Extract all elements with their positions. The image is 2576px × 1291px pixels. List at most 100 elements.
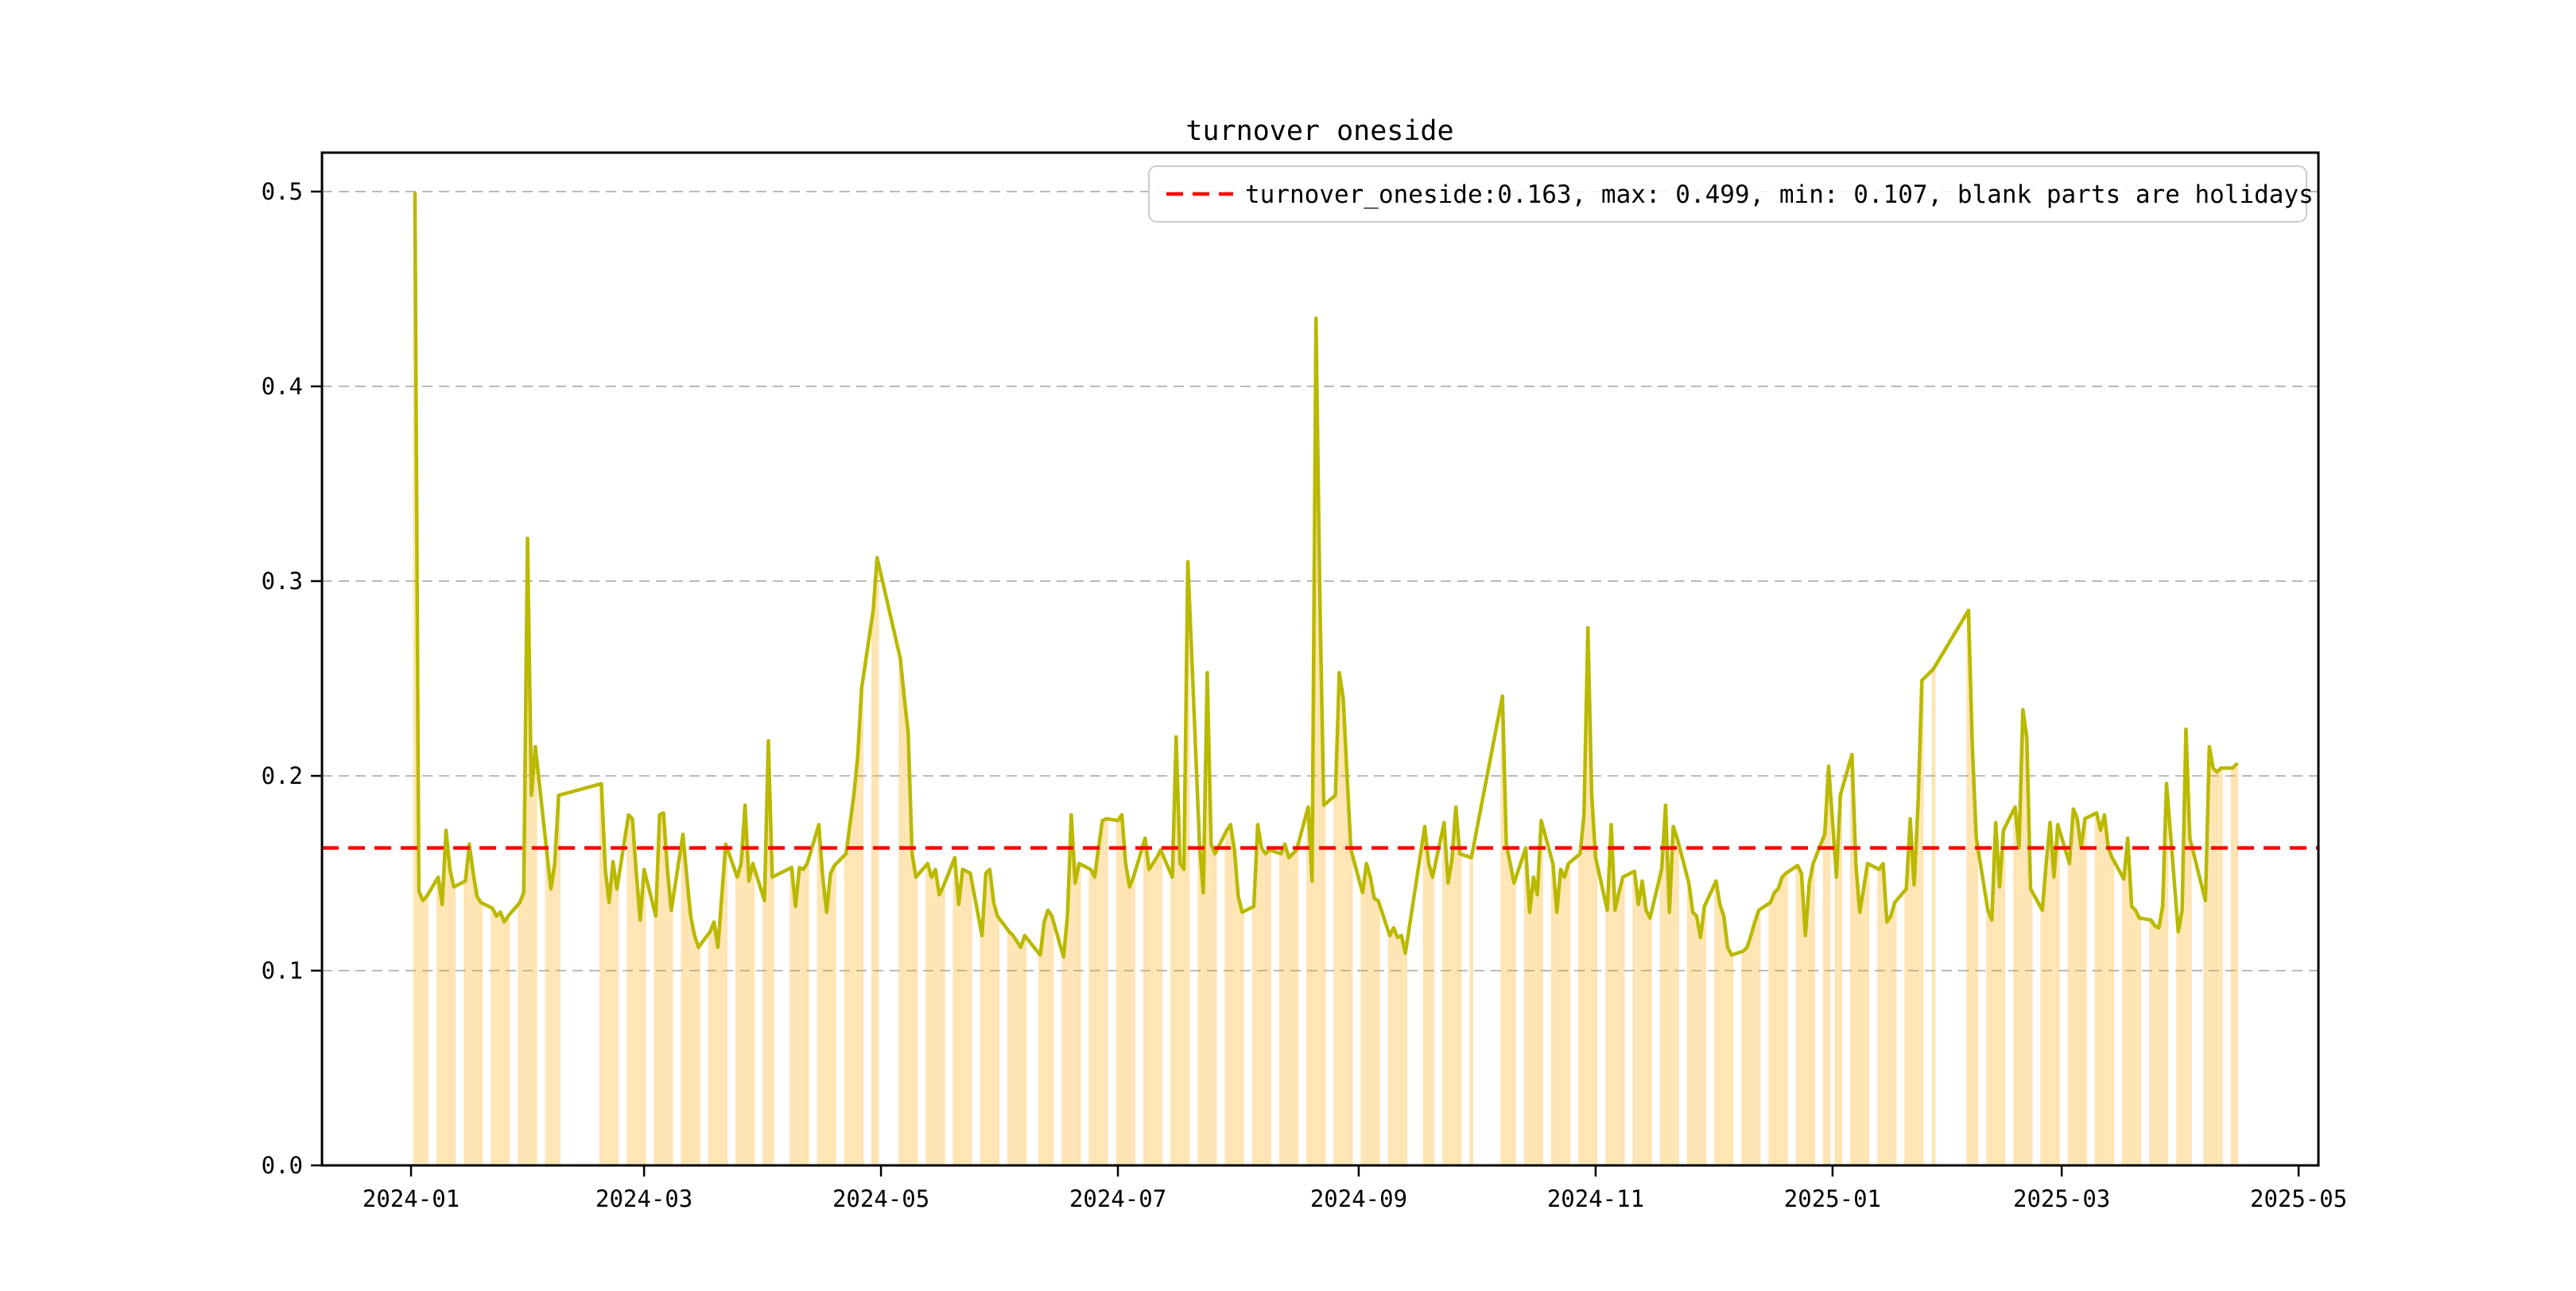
day-bar	[871, 610, 875, 1165]
day-bar	[956, 904, 961, 1165]
day-bar	[2230, 768, 2235, 1165]
day-bar	[855, 756, 860, 1165]
day-bar	[2079, 847, 2083, 1165]
y-tick-label: 0.4	[262, 373, 303, 400]
day-bar	[464, 881, 467, 1165]
day-bar	[1177, 863, 1182, 1165]
day-bar	[502, 921, 506, 1165]
x-tick-label: 2024-03	[596, 1185, 692, 1212]
day-bar	[685, 877, 689, 1165]
day-bar	[1974, 838, 1978, 1165]
y-tick-label: 0.3	[262, 568, 303, 595]
day-bar	[1011, 935, 1015, 1165]
holiday-bars	[413, 193, 2239, 1166]
day-bar	[1372, 898, 1376, 1165]
day-bar	[452, 886, 456, 1165]
day-bar	[793, 906, 797, 1165]
day-bar	[716, 947, 720, 1165]
day-bar	[530, 795, 533, 1165]
day-bar	[1822, 834, 1827, 1165]
day-bar	[533, 746, 537, 1165]
day-bar	[1589, 795, 1594, 1165]
day-bar	[1535, 894, 1539, 1165]
day-bar	[692, 935, 696, 1165]
day-bar	[1807, 882, 1811, 1165]
day-bar	[1717, 904, 1722, 1165]
day-bar	[661, 812, 665, 1165]
day-bar	[1531, 877, 1536, 1165]
day-bar	[995, 916, 999, 1165]
day-bar	[1014, 941, 1019, 1165]
day-bar	[1457, 854, 1462, 1165]
day-bar	[1403, 952, 1407, 1165]
day-bar	[2067, 863, 2072, 1165]
day-bar	[1620, 877, 1625, 1165]
day-bar	[1154, 857, 1159, 1165]
day-bar	[1647, 917, 1652, 1165]
y-tick-label: 0.1	[262, 957, 303, 984]
day-bar	[1127, 886, 1132, 1165]
day-bar	[2203, 900, 2208, 1165]
day-bar	[1077, 863, 1081, 1165]
day-bar	[2180, 910, 2184, 1165]
day-bar	[789, 867, 794, 1165]
day-bar	[859, 688, 864, 1165]
day-bar	[1376, 900, 1380, 1165]
day-bar	[669, 910, 673, 1165]
day-bar	[1511, 882, 1516, 1165]
day-bar	[828, 873, 832, 1165]
day-bar	[2102, 815, 2107, 1165]
day-bar	[1364, 863, 1369, 1165]
day-bar	[1290, 854, 1295, 1165]
day-bar	[2094, 812, 2099, 1165]
day-bar	[475, 896, 479, 1165]
day-bar	[739, 863, 743, 1165]
day-bar	[1100, 820, 1104, 1165]
day-bar	[1282, 843, 1287, 1165]
day-bar	[499, 912, 502, 1165]
day-bar	[611, 861, 615, 1165]
x-tick-label: 2024-05	[832, 1185, 929, 1212]
day-bar	[968, 873, 972, 1165]
day-bar	[696, 947, 700, 1165]
day-bar	[1442, 822, 1446, 1165]
day-bar	[665, 869, 669, 1165]
day-bar	[2187, 838, 2192, 1165]
day-bar	[852, 795, 856, 1165]
day-bar	[1904, 889, 1909, 1165]
day-bar	[2040, 910, 2045, 1165]
day-bar	[689, 916, 693, 1165]
day-bar	[417, 890, 421, 1165]
day-bar	[1294, 850, 1299, 1165]
day-bar	[1578, 854, 1582, 1165]
day-bar	[642, 869, 646, 1165]
day-bar	[1558, 869, 1563, 1165]
day-bar	[1123, 863, 1128, 1165]
day-bar	[797, 867, 801, 1165]
x-tick-labels: 2024-01 2024-03 2024-05 2024-07 2024-09 2024-…	[363, 1185, 2347, 1212]
day-bar	[1756, 910, 1761, 1165]
day-bar	[1877, 869, 1881, 1165]
day-bar	[1038, 955, 1042, 1165]
day-bar	[1092, 877, 1097, 1165]
day-bar	[2028, 889, 2033, 1165]
day-bar	[770, 877, 774, 1165]
day-bar	[929, 877, 933, 1165]
day-bar	[1861, 889, 1866, 1165]
day-bar	[1368, 877, 1372, 1165]
day-bar	[681, 834, 685, 1165]
day-bar	[467, 843, 471, 1165]
day-bar	[1686, 882, 1691, 1165]
x-tick-label: 2025-03	[2013, 1185, 2110, 1212]
day-bar	[1251, 906, 1256, 1165]
day-bar	[980, 935, 984, 1165]
day-bar	[2133, 910, 2138, 1165]
day-bar	[747, 881, 751, 1165]
day-bar	[1212, 854, 1217, 1165]
day-bar	[1659, 869, 1664, 1165]
day-bar	[2017, 847, 2021, 1165]
day-bar	[1208, 843, 1213, 1165]
day-bar	[2055, 824, 2060, 1165]
day-bar	[1096, 847, 1100, 1165]
day-bar	[1632, 871, 1637, 1165]
